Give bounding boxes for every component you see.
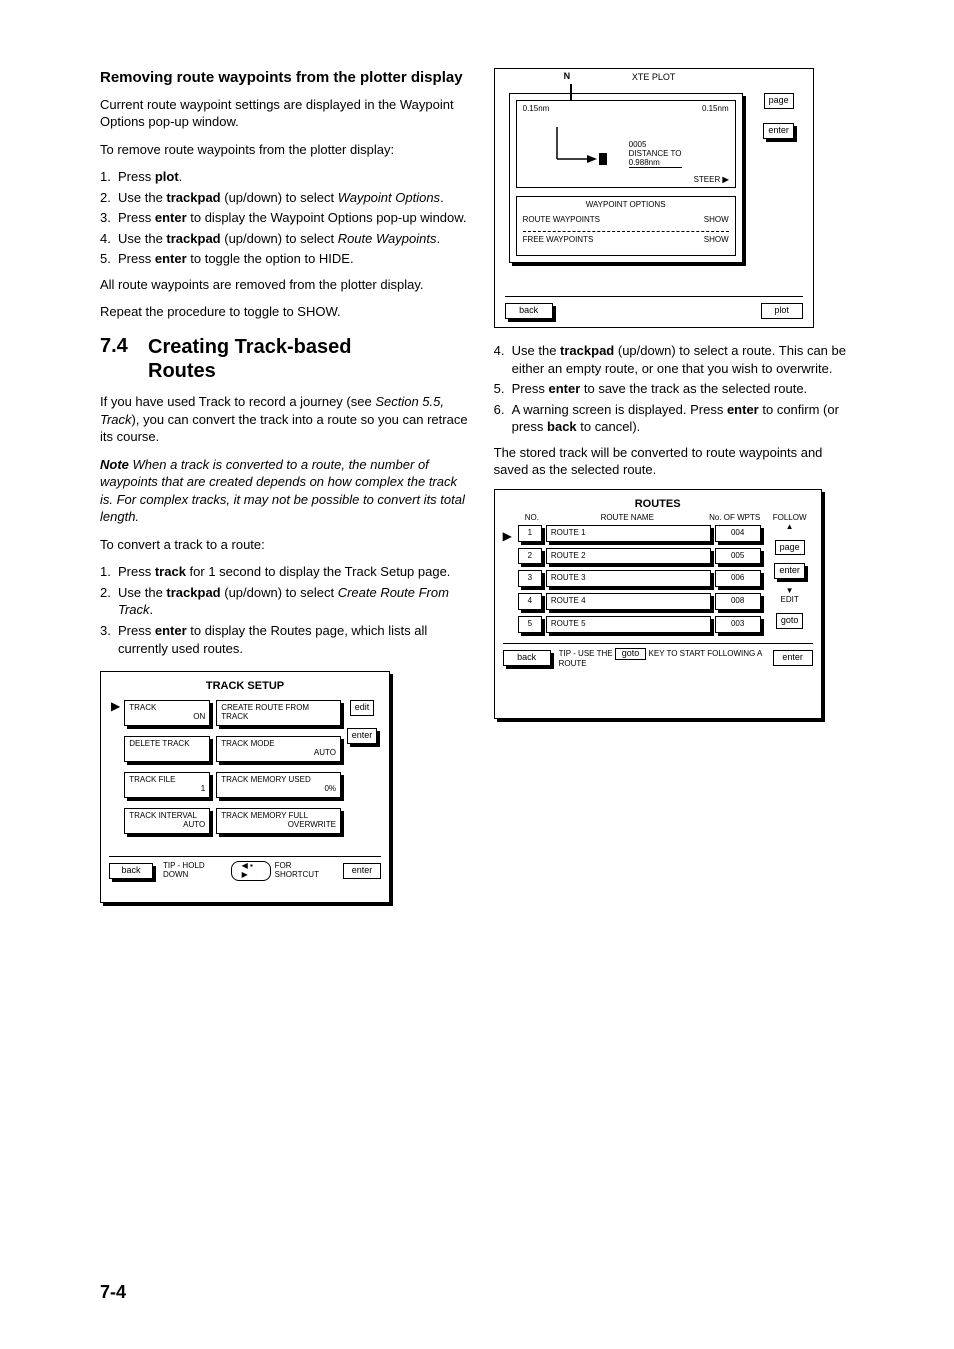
back-key[interactable]: back bbox=[503, 650, 551, 666]
step: 1.Press track for 1 second to display th… bbox=[100, 563, 470, 581]
north-label: N bbox=[564, 72, 571, 82]
pointer-icon: ▶ bbox=[503, 530, 512, 543]
note: Note When a track is converted to a rout… bbox=[100, 456, 470, 526]
boat-icon bbox=[547, 119, 617, 175]
pointer-icon: ▶ bbox=[111, 700, 120, 713]
page-number: 7-4 bbox=[100, 1282, 126, 1303]
cell[interactable]: TRACKON bbox=[124, 700, 210, 726]
para: Current route waypoint settings are disp… bbox=[100, 96, 470, 131]
panel-title: ROUTES bbox=[503, 498, 813, 510]
step: 4.Use the trackpad (up/down) to select a… bbox=[494, 342, 854, 377]
plotter-view: 0.15nm 0.15nm 0005 DISTANCE TO 0.988nm bbox=[516, 100, 736, 188]
step: 2.Use the trackpad (up/down) to select W… bbox=[100, 189, 470, 207]
para: To convert a track to a route: bbox=[100, 536, 470, 554]
back-key[interactable]: back bbox=[505, 303, 553, 319]
table-row[interactable]: 2ROUTE 2005 bbox=[518, 548, 761, 565]
table-row[interactable]: 1ROUTE 1004 bbox=[518, 525, 761, 542]
back-key[interactable]: back bbox=[109, 863, 153, 879]
cell[interactable]: TRACK INTERVALAUTO bbox=[124, 808, 210, 834]
cell[interactable]: DELETE TRACK bbox=[124, 736, 210, 762]
table-row[interactable]: 3ROUTE 3006 bbox=[518, 570, 761, 587]
page-key[interactable]: page bbox=[775, 540, 805, 556]
plot-key[interactable]: plot bbox=[761, 303, 803, 319]
waypoint-options-popup: WAYPOINT OPTIONS ROUTE WAYPOINTS SHOW FR… bbox=[516, 196, 736, 256]
routes-panel: ROUTES ▶ NO. ROUTE NAME No. OF WPTS 1ROU… bbox=[494, 489, 822, 719]
cell[interactable]: TRACK MEMORY USED0% bbox=[216, 772, 341, 798]
plotter-main: N 0.15nm 0.15nm 0005 DISTANCE TO bbox=[509, 93, 743, 263]
cell[interactable]: TRACK FILE1 bbox=[124, 772, 210, 798]
edit-key[interactable]: edit bbox=[350, 700, 375, 716]
section-heading: 7.4 Creating Track-basedRoutes bbox=[100, 335, 470, 383]
panel-title: TRACK SETUP bbox=[109, 680, 381, 692]
step: 5.Press enter to save the track as the s… bbox=[494, 380, 854, 398]
step: 3.Press enter to display the Waypoint Op… bbox=[100, 209, 470, 227]
step: 4.Use the trackpad (up/down) to select R… bbox=[100, 230, 470, 248]
plotter-panel: XTE PLOT N 0.15nm 0.15nm 0005 bbox=[494, 68, 814, 328]
step: 5.Press enter to toggle the option to HI… bbox=[100, 250, 470, 268]
step: 6.A warning screen is displayed. Press e… bbox=[494, 401, 854, 436]
step: 2.Use the trackpad (up/down) to select C… bbox=[100, 584, 470, 619]
table-row[interactable]: 5ROUTE 5003 bbox=[518, 616, 761, 633]
goto-key[interactable]: goto bbox=[776, 613, 804, 629]
enter-key[interactable]: enter bbox=[763, 123, 794, 139]
step: 3.Press enter to display the Routes page… bbox=[100, 622, 470, 657]
para: To remove route waypoints from the plott… bbox=[100, 141, 470, 159]
dashed-divider bbox=[523, 231, 729, 232]
cell[interactable]: TRACK MEMORY FULLOVERWRITE bbox=[216, 808, 341, 834]
para: All route waypoints are removed from the… bbox=[100, 276, 470, 294]
cell[interactable]: TRACK MODEAUTO bbox=[216, 736, 341, 762]
para: The stored track will be converted to ro… bbox=[494, 444, 854, 479]
para: If you have used Track to record a journ… bbox=[100, 393, 470, 446]
trackpad-icon: ◀ ▪ ▶ bbox=[231, 861, 271, 881]
step: 1.Press plot. bbox=[100, 168, 470, 186]
cell[interactable]: CREATE ROUTE FROM TRACK bbox=[216, 700, 341, 726]
subheading-remove-waypoints: Removing route waypoints from the plotte… bbox=[100, 68, 470, 88]
enter-key[interactable]: enter bbox=[774, 563, 805, 579]
enter-key[interactable]: enter bbox=[773, 650, 813, 666]
track-setup-panel: TRACK SETUP ▶ TRACKON CREATE ROUTE FROM … bbox=[100, 671, 390, 903]
panel-title: XTE PLOT bbox=[495, 73, 813, 83]
page-key[interactable]: page bbox=[764, 93, 794, 109]
table-row[interactable]: 4ROUTE 4008 bbox=[518, 593, 761, 610]
enter-key[interactable]: enter bbox=[343, 863, 381, 879]
north-line-icon bbox=[570, 84, 572, 100]
enter-key[interactable]: enter bbox=[347, 728, 378, 744]
para: Repeat the procedure to toggle to SHOW. bbox=[100, 303, 470, 321]
